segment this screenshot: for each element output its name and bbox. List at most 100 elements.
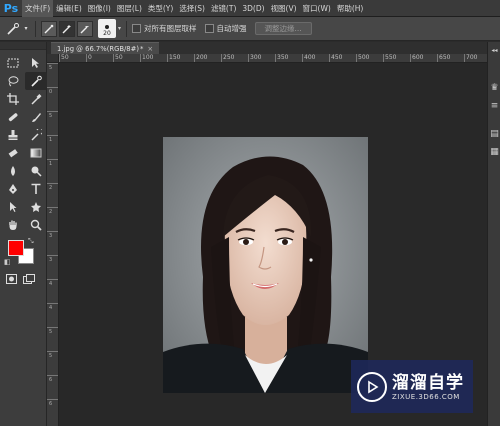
ruler-tick-label: 0 — [49, 89, 53, 95]
ruler-tick-label: 50 — [59, 54, 69, 62]
channels-panel-icon[interactable]: ▦ — [489, 146, 500, 158]
history-brush-tool-icon[interactable] — [25, 126, 47, 144]
close-tab-icon[interactable]: × — [147, 45, 153, 53]
gradient-tool-icon[interactable] — [25, 144, 47, 162]
quick-mask-icon[interactable] — [6, 274, 17, 286]
ruler-tick-label: 650 — [437, 54, 451, 62]
document-tab-bar: 1.jpg @ 66.7%(RGB/8#) * × — [47, 42, 487, 54]
pen-tool-icon[interactable] — [2, 180, 24, 198]
type-tool-icon[interactable] — [25, 180, 47, 198]
ruler-tick-label: 3 — [49, 233, 53, 239]
ruler-tick — [47, 207, 58, 208]
default-colors-icon[interactable]: ◧ — [4, 258, 11, 266]
menu-select[interactable]: 选择(S) — [176, 0, 208, 17]
brush-size-picker[interactable]: 20 — [98, 19, 116, 38]
menu-view[interactable]: 视图(V) — [268, 0, 300, 17]
crop-tool-icon[interactable] — [2, 90, 24, 108]
ruler-tick-label: 400 — [302, 54, 316, 62]
menu-window[interactable]: 窗口(W) — [300, 0, 334, 17]
brush-presets-panel-icon[interactable]: ≡ — [489, 100, 500, 112]
path-selection-tool-icon[interactable] — [2, 198, 24, 216]
eyedropper-tool-icon[interactable] — [25, 90, 47, 108]
menu-layer[interactable]: 图层(L) — [114, 0, 145, 17]
ruler-tick-label: 5 — [49, 113, 53, 119]
ruler-tick-label: 700 — [464, 54, 478, 62]
ruler-tick-label: 5 — [49, 65, 53, 71]
ruler-tick — [47, 111, 58, 112]
lasso-tool-icon[interactable] — [2, 72, 24, 90]
hand-tool-icon[interactable] — [2, 216, 24, 234]
refine-edge-button[interactable]: 调整边缘... — [254, 22, 312, 35]
ruler-tick — [47, 87, 58, 88]
quick-selection-tool-icon[interactable] — [25, 72, 47, 90]
horizontal-ruler[interactable]: 50 0 50 100 150 200 250 300 350 400 450 500 550 600 65… — [59, 54, 487, 63]
menu-type[interactable]: 类型(Y) — [145, 0, 176, 17]
blur-tool-icon[interactable] — [2, 162, 24, 180]
auto-enhance-label: 自动增强 — [216, 24, 247, 33]
ruler-tick-label: 2 — [49, 185, 53, 191]
move-tool-icon[interactable] — [25, 54, 47, 72]
preset-dropdown-icon[interactable]: ▾ — [22, 20, 30, 38]
ruler-tick-label: 3 — [49, 257, 53, 263]
watermark: 溜溜自学 ZIXUE.3D66.COM — [351, 360, 473, 413]
ruler-tick-label: 550 — [383, 54, 397, 62]
menu-3d[interactable]: 3D(D) — [239, 0, 267, 17]
new-selection-brush-button[interactable] — [41, 20, 57, 37]
ruler-tick-label: 250 — [221, 54, 235, 62]
ruler-tick — [47, 63, 58, 64]
ruler-tick — [47, 279, 58, 280]
screen-mode-icon[interactable] — [23, 274, 35, 286]
ruler-origin[interactable] — [47, 54, 59, 63]
tool-grid — [0, 50, 47, 234]
watermark-subtitle: ZIXUE.3D66.COM — [392, 392, 460, 401]
ruler-tick-label: 600 — [410, 54, 424, 62]
ruler-tick — [47, 231, 58, 232]
brush-size-dropdown-icon[interactable]: ▾ — [118, 25, 121, 32]
ruler-tick-label: 6 — [49, 377, 53, 383]
dodge-tool-icon[interactable] — [25, 162, 47, 180]
options-bar: ▾ 20 ▾ 对所有图层取样 自动增强 调整边缘... — [0, 17, 500, 41]
add-to-selection-brush-button[interactable] — [59, 20, 75, 37]
toolbox-header[interactable] — [0, 42, 46, 50]
ruler-tick — [47, 135, 58, 136]
document-tab[interactable]: 1.jpg @ 66.7%(RGB/8#) * × — [51, 42, 160, 54]
menu-bar: Ps 文件(F) 编辑(E) 图像(I) 图层(L) 类型(Y) 选择(S) 滤… — [0, 0, 500, 17]
quick-selection-preset-icon[interactable] — [4, 20, 22, 38]
swap-colors-icon[interactable]: ⤡ — [28, 237, 34, 246]
foreground-color-swatch[interactable] — [8, 240, 24, 256]
ruler-tick — [47, 399, 58, 400]
auto-enhance-checkbox[interactable] — [204, 24, 214, 33]
menu-image[interactable]: 图像(I) — [85, 0, 114, 17]
ruler-tick-label: 100 — [140, 54, 154, 62]
vertical-ruler[interactable]: 5 0 5 1 1 2 2 3 3 4 4 5 5 6 6 — [47, 63, 59, 426]
menu-filter[interactable]: 滤镜(T) — [208, 0, 239, 17]
menu-help[interactable]: 帮助(H) — [334, 0, 367, 17]
custom-shape-tool-icon[interactable] — [25, 198, 47, 216]
ruler-tick-label: 150 — [167, 54, 181, 62]
clone-stamp-tool-icon[interactable] — [2, 126, 24, 144]
watermark-title: 溜溜自学 — [392, 372, 464, 393]
brush-tool-icon[interactable] — [25, 108, 47, 126]
zoom-tool-icon[interactable] — [25, 216, 47, 234]
panel-collapse-icon[interactable]: ◂◂ — [489, 44, 500, 56]
healing-brush-tool-icon[interactable] — [2, 108, 24, 126]
sample-all-layers-checkbox[interactable] — [132, 24, 142, 33]
subtract-from-selection-brush-button[interactable] — [77, 20, 93, 37]
ruler-tick-label: 6 — [49, 401, 53, 407]
ruler-tick-label: 4 — [49, 281, 53, 287]
eraser-tool-icon[interactable] — [2, 144, 24, 162]
divider — [126, 20, 128, 37]
portrait-photo[interactable] — [163, 137, 368, 393]
ruler-tick — [47, 255, 58, 256]
ruler-tick-label: 450 — [329, 54, 343, 62]
ruler-tick-label: 1 — [49, 137, 53, 143]
history-panel-icon[interactable]: ♛ — [489, 82, 500, 94]
ruler-tick-label: 5 — [49, 329, 53, 335]
menu-file[interactable]: 文件(F) — [22, 0, 54, 17]
ruler-tick-label: 4 — [49, 305, 53, 311]
marquee-tool-icon[interactable] — [2, 54, 24, 72]
ruler-tick — [47, 327, 58, 328]
menu-edit[interactable]: 编辑(E) — [53, 0, 85, 17]
layers-panel-icon[interactable]: ▤ — [489, 128, 500, 140]
ruler-tick-label: 500 — [356, 54, 370, 62]
